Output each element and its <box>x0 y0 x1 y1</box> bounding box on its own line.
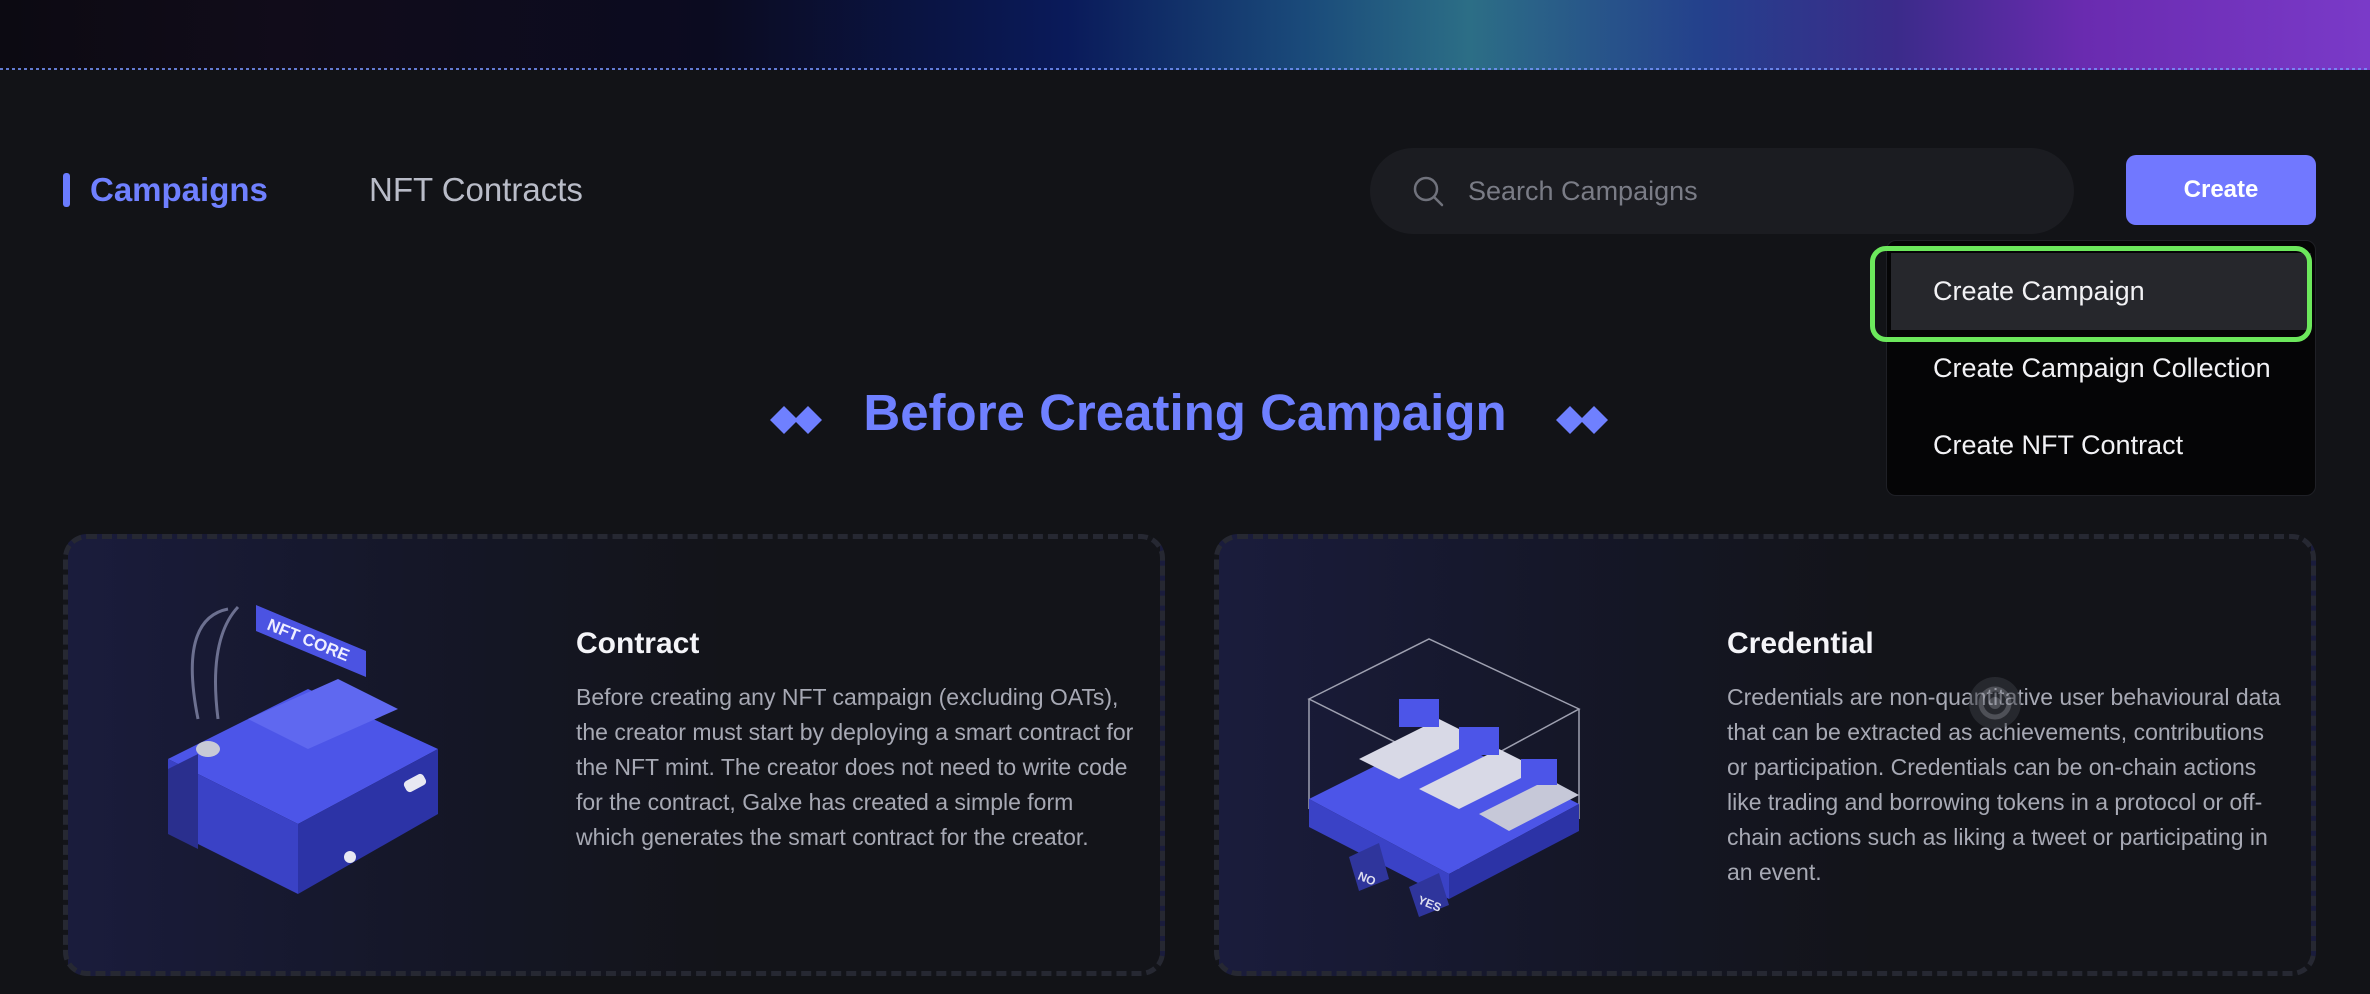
nft-core-machine-icon: NFT CORE <box>168 605 438 894</box>
search-icon <box>1413 176 1444 207</box>
menu-item-create-campaign[interactable]: Create Campaign <box>1891 253 2311 330</box>
tab-nft-contracts[interactable]: NFT Contracts <box>369 168 583 212</box>
credential-box-icon: NO YES <box>1307 638 1581 917</box>
credential-card: NO YES Credential Credentials are non-qu… <box>1214 534 2316 976</box>
section-title: Before Creating Campaign <box>863 384 1507 441</box>
top-gradient-banner <box>0 0 2370 70</box>
card-title: Credential <box>1727 627 1874 660</box>
gear-icon[interactable] <box>1960 668 2030 738</box>
contract-card: NFT CORE Contract Before creating any NF… <box>63 534 1165 976</box>
create-button[interactable]: Create <box>2126 155 2316 225</box>
create-dropdown-menu: Create Campaign Create Campaign Collecti… <box>1886 240 2316 496</box>
card-description: Before creating any NFT campaign (exclud… <box>576 684 1134 850</box>
search-bar[interactable] <box>1370 148 2074 234</box>
tab-campaigns[interactable]: Campaigns <box>90 168 268 212</box>
active-tab-indicator <box>63 173 70 207</box>
diamonds-right-icon <box>1556 406 1608 434</box>
search-input[interactable] <box>1468 148 2048 234</box>
card-title: Contract <box>576 627 700 660</box>
